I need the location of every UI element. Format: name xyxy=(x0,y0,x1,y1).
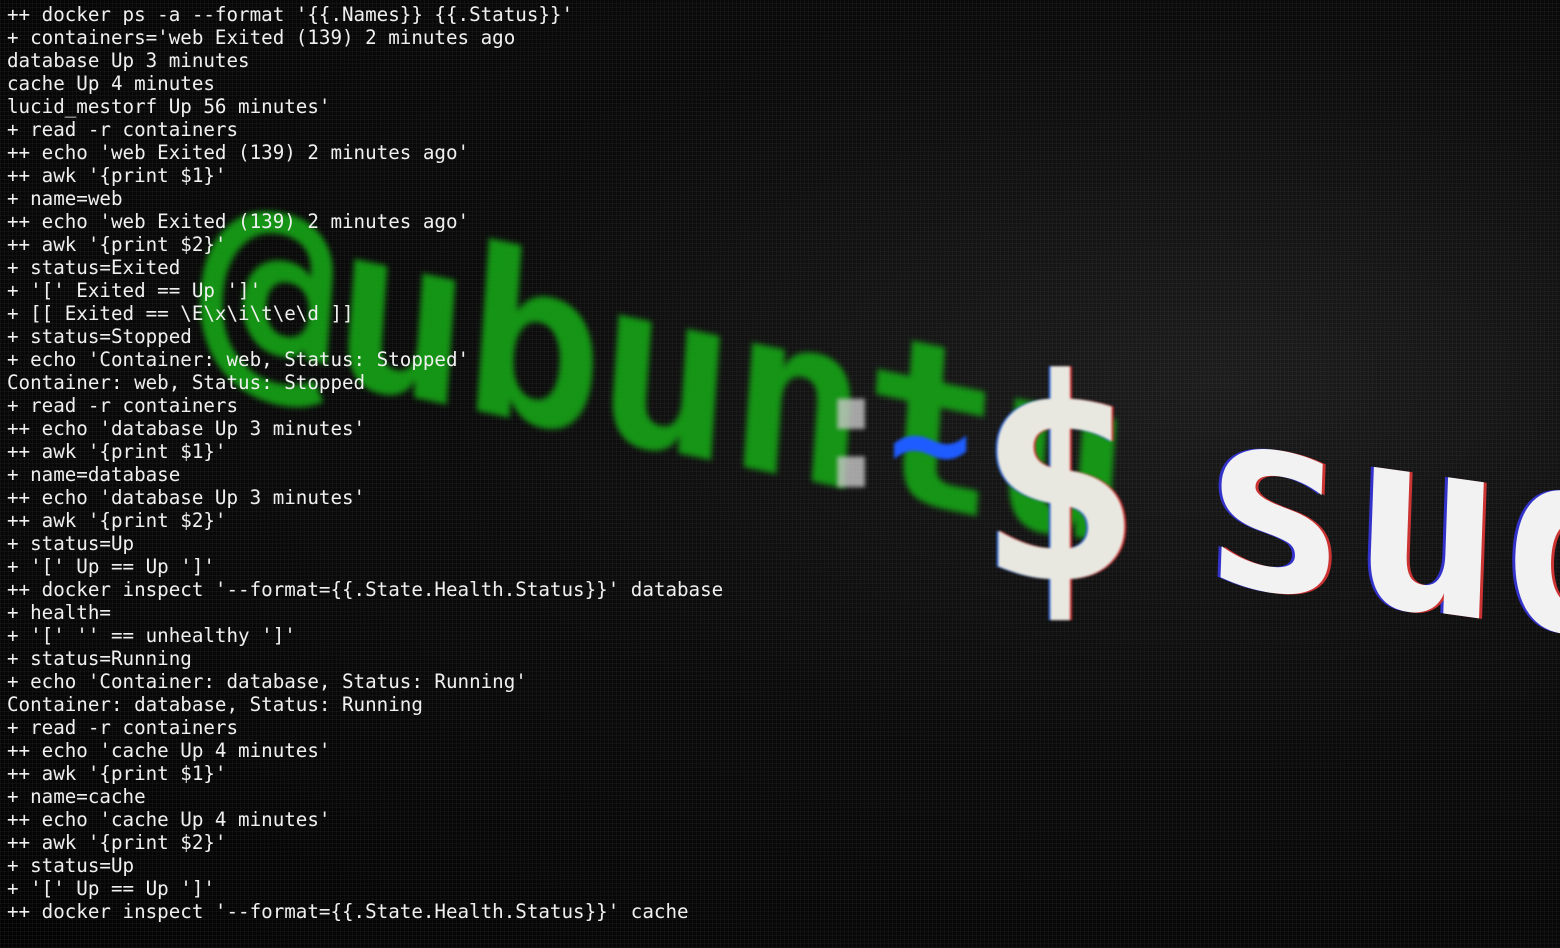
terminal-line: cache Up 4 minutes xyxy=(7,72,215,95)
terminal-line: + read -r containers xyxy=(7,716,239,739)
terminal-line: + status=Running xyxy=(7,647,192,670)
terminal-line: lucid_mestorf Up 56 minutes' xyxy=(7,95,331,118)
wallpaper-command: sudo xyxy=(1195,347,1560,724)
terminal-line: + read -r containers xyxy=(7,394,239,417)
terminal-line: + '[' Exited == Up ']' xyxy=(7,279,262,302)
terminal-line: + echo 'Container: web, Status: Stopped' xyxy=(7,348,470,371)
terminal-line: + [[ Exited == \E\x\i\t\e\d ]] xyxy=(7,302,354,325)
terminal-line: + status=Up xyxy=(7,532,135,555)
terminal-line: Container: web, Status: Stopped xyxy=(7,371,366,394)
terminal-output[interactable]: ++ docker ps -a --format '{{.Names}} {{.… xyxy=(7,3,723,923)
terminal-line: + echo 'Container: database, Status: Run… xyxy=(7,670,527,693)
terminal-line: ++ awk '{print $2}' xyxy=(7,509,227,532)
terminal-line: ++ awk '{print $1}' xyxy=(7,762,227,785)
terminal-line: ++ docker inspect '--format={{.State.Hea… xyxy=(7,900,689,923)
terminal-line: ++ echo 'cache Up 4 minutes' xyxy=(7,808,331,831)
terminal-line: + name=database xyxy=(7,463,181,486)
terminal-line: ++ awk '{print $1}' xyxy=(7,164,227,187)
terminal-line: + read -r containers xyxy=(7,118,239,141)
terminal-line: ++ awk '{print $2}' xyxy=(7,233,227,256)
terminal-line: + name=cache xyxy=(7,785,146,808)
terminal-line: ++ echo 'database Up 3 minutes' xyxy=(7,486,366,509)
terminal-line: + '[' Up == Up ']' xyxy=(7,877,215,900)
terminal-line: ++ awk '{print $1}' xyxy=(7,440,227,463)
wallpaper-colon: : xyxy=(800,330,903,528)
terminal-line: + name=web xyxy=(7,187,123,210)
terminal-window[interactable]: @ubuntu : ~ $ sudo ++ docker ps -a --for… xyxy=(0,0,1560,948)
terminal-line: + '[' Up == Up ']' xyxy=(7,555,215,578)
terminal-line: ++ docker inspect '--format={{.State.Hea… xyxy=(7,578,724,601)
terminal-line: ++ echo 'cache Up 4 minutes' xyxy=(7,739,331,762)
terminal-line: database Up 3 minutes xyxy=(7,49,250,72)
terminal-line: + '[' '' == unhealthy ']' xyxy=(7,624,296,647)
terminal-line: ++ docker ps -a --format '{{.Names}} {{.… xyxy=(7,3,574,26)
terminal-line: + health= xyxy=(7,601,111,624)
terminal-line: Container: database, Status: Running xyxy=(7,693,423,716)
terminal-line: + status=Exited xyxy=(7,256,181,279)
wallpaper-dollar-prompt: $ xyxy=(975,320,1144,646)
terminal-line: ++ echo 'web Exited (139) 2 minutes ago' xyxy=(7,210,470,233)
terminal-line: + status=Stopped xyxy=(7,325,192,348)
terminal-line: + containers='web Exited (139) 2 minutes… xyxy=(7,26,516,49)
terminal-line: ++ echo 'web Exited (139) 2 minutes ago' xyxy=(7,141,470,164)
terminal-line: ++ awk '{print $2}' xyxy=(7,831,227,854)
terminal-line: + status=Up xyxy=(7,854,135,877)
wallpaper-tilde: ~ xyxy=(888,362,973,525)
terminal-line: ++ echo 'database Up 3 minutes' xyxy=(7,417,366,440)
